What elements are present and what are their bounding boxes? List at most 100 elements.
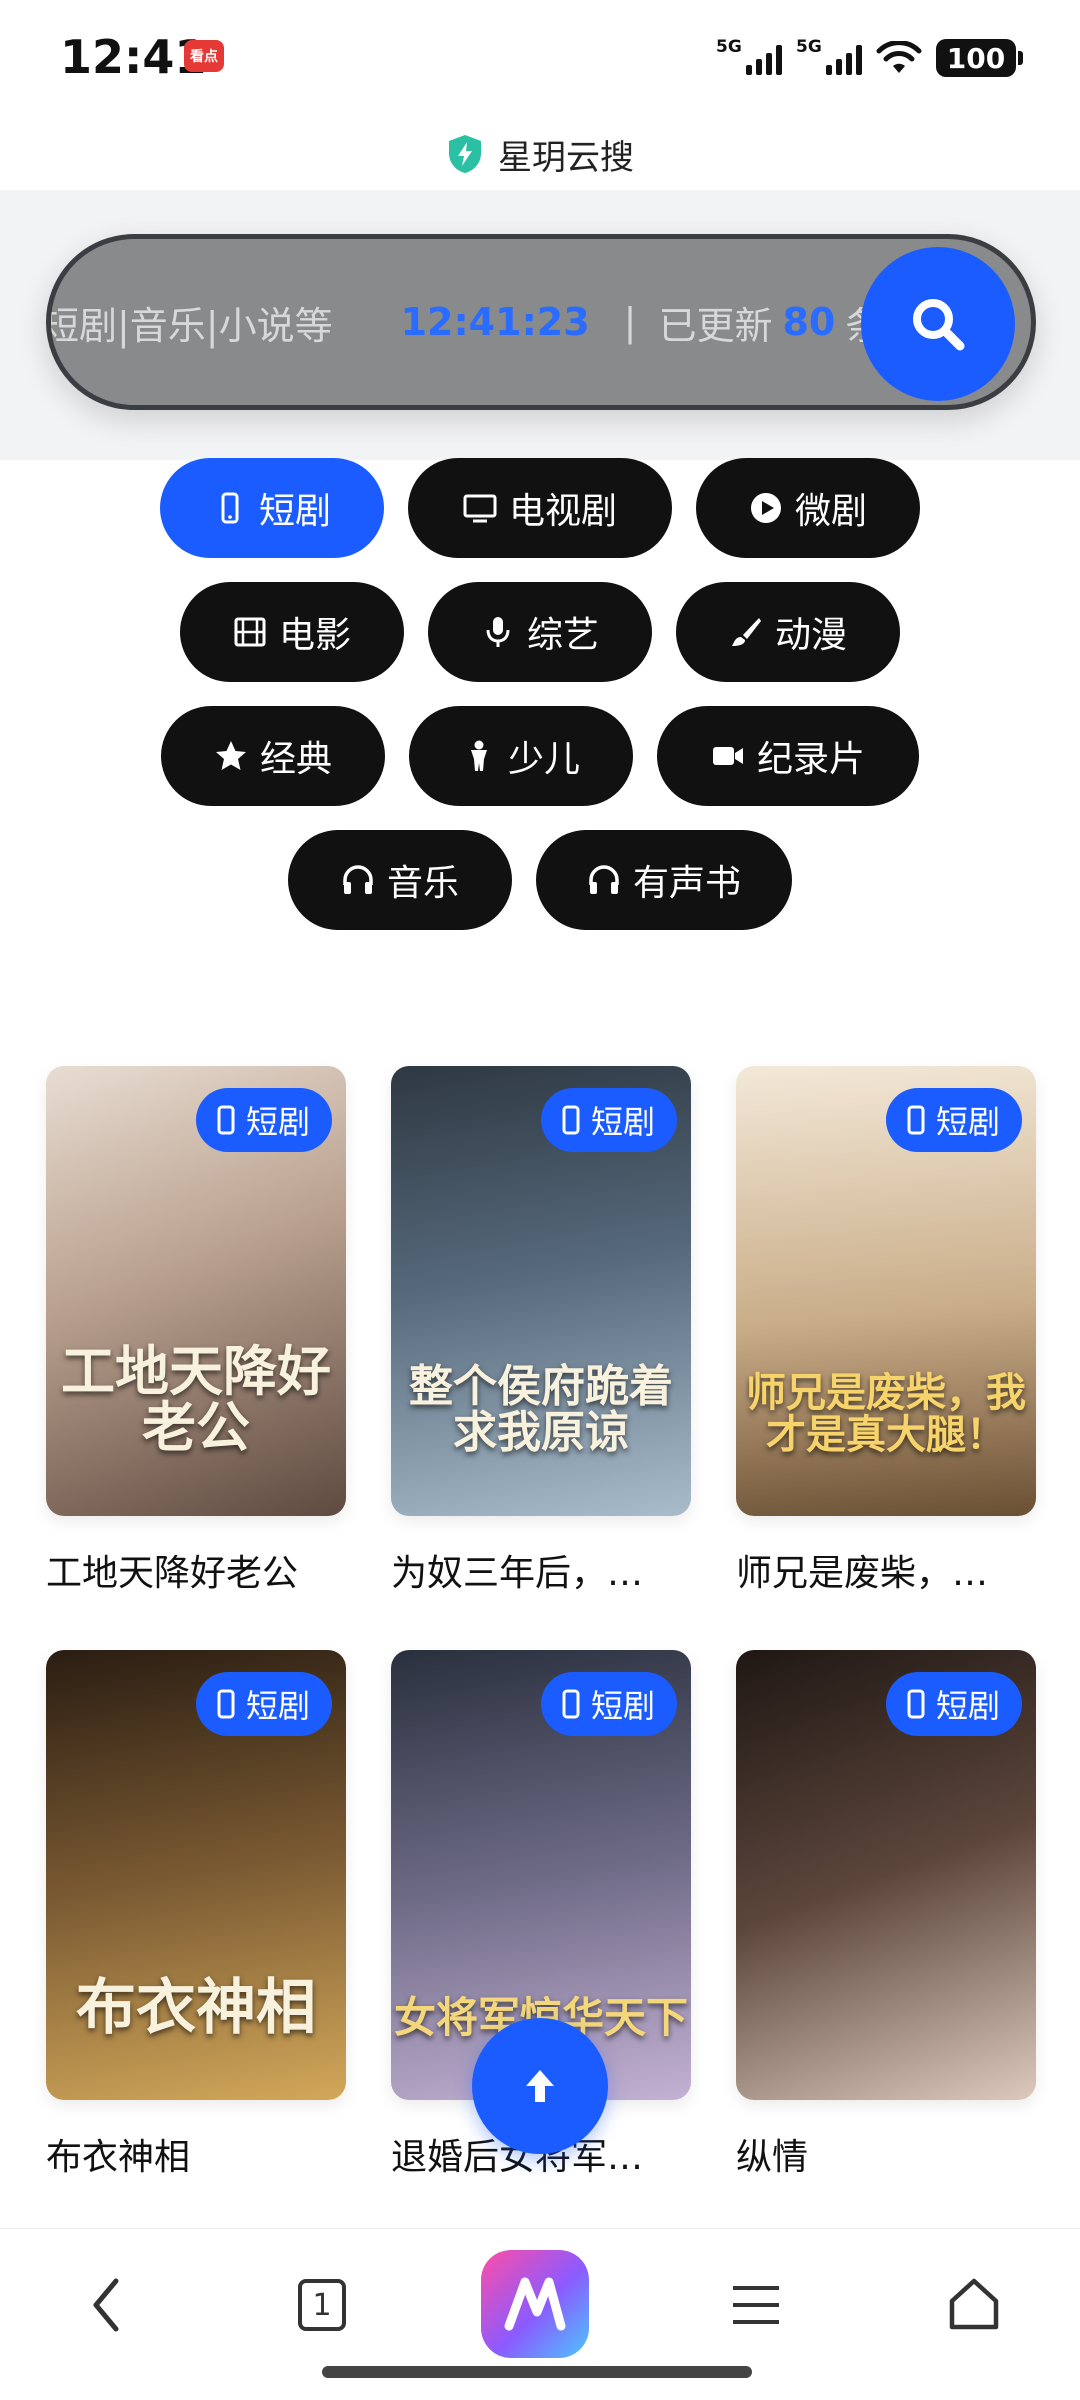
arrow-up-icon [526,2070,554,2102]
category-label: 电视剧 [508,491,617,532]
ticker-count: 80 [782,300,836,344]
status-bar: 12:41 看点 5G 5G 100 [0,0,1080,118]
battery-icon: 100 [936,39,1023,77]
category-badge: 短剧 [885,1088,1022,1152]
category-badge: 短剧 [195,1088,332,1152]
search-icon [913,299,965,351]
headphones-icon [589,865,619,894]
drama-card[interactable]: 短剧 纵情 [736,1650,1036,2180]
category-label: 综艺 [526,615,599,656]
category-badge: 短剧 [885,1672,1022,1736]
drama-card[interactable]: 短剧 整个侯府跪着求我原谅 为奴三年后，… [391,1066,691,1596]
category-label: 短剧 [258,491,331,532]
category-chip-anime[interactable]: 动漫 [676,582,900,682]
ai-icon [481,2250,589,2358]
drama-poster[interactable]: 短剧 师兄是废柴，我才是真大腿！ [736,1066,1036,1516]
back-icon [93,2278,119,2332]
drama-title[interactable]: 工地天降好老公 [46,1544,346,1596]
category-row-2: 电影 综艺 动漫 [0,582,1080,682]
mic-icon [486,617,510,647]
category-chip-movie[interactable]: 电影 [180,582,404,682]
scroll-to-top-button[interactable] [472,2018,608,2154]
home-icon [949,2278,999,2330]
badge-label: 短剧 [935,1103,1000,1141]
phone-icon [221,492,239,524]
drama-poster[interactable]: 短剧 整个侯府跪着求我原谅 [391,1066,691,1516]
status-indicators: 5G 5G 100 [716,36,1023,80]
category-chip-micro-drama[interactable]: 微剧 [696,458,920,558]
phone-icon [562,1689,580,1719]
phone-icon [217,1689,235,1719]
tabs-icon: 1 [298,2279,346,2331]
badge-label: 短剧 [590,1103,655,1141]
search-section: 短剧|音乐|小说等 12:41:23 | 已更新 80 条 总 [0,190,1080,460]
category-label: 少儿 [507,739,580,780]
site-title: 星玥云搜 [498,137,634,178]
phone-icon [562,1105,580,1135]
drama-title[interactable]: 纵情 [736,2128,1036,2180]
category-chip-audiobook[interactable]: 有声书 [536,830,792,930]
category-badge: 短剧 [540,1672,677,1736]
shield-logo-icon [449,135,481,173]
drama-poster[interactable]: 短剧 [736,1650,1036,2100]
drama-card[interactable]: 短剧 工地天降好老公 工地天降好老公 [46,1066,346,1596]
category-chip-tv[interactable]: 电视剧 [408,458,672,558]
drama-title[interactable]: 师兄是废柴，… [736,1544,1036,1596]
badge-label: 短剧 [245,1687,310,1725]
category-label: 纪录片 [756,739,865,780]
ticker-updated-label: 已更新 [658,303,773,348]
phone-icon [907,1105,925,1135]
nav-menu-button[interactable] [716,2265,796,2345]
category-label: 音乐 [386,863,459,904]
news-app-icon: 看点 [184,40,224,72]
drama-card[interactable]: 短剧 布衣神相 布衣神相 [46,1650,346,2180]
poster-title-art: 工地天降好老公 [61,1338,331,1460]
drama-card[interactable]: 短剧 师兄是废柴，我才是真大腿！ 师兄是废柴，… [736,1066,1036,1596]
badge-label: 短剧 [935,1687,1000,1725]
poster-title-art: 整个侯府跪着求我原谅 [409,1360,673,1458]
phone-icon [907,1689,925,1719]
search-bar[interactable]: 短剧|音乐|小说等 12:41:23 | 已更新 80 条 总 [46,234,1036,410]
child-icon [470,740,487,771]
headphones-icon [343,865,373,894]
category-chip-music[interactable]: 音乐 [288,830,512,930]
category-chip-kids[interactable]: 少儿 [409,706,633,806]
nav-home-button[interactable] [934,2265,1014,2345]
film-icon [234,617,266,647]
drama-poster[interactable]: 短剧 布衣神相 [46,1650,346,2100]
ticker-separator: | [623,300,637,344]
tv-icon [463,494,497,523]
nav-ai-button[interactable] [480,2249,590,2359]
play-icon [750,493,781,523]
category-chip-short-drama[interactable]: 短剧 [160,458,384,558]
category-label: 有声书 [632,863,741,904]
search-button[interactable] [861,247,1015,401]
drama-poster[interactable]: 短剧 工地天降好老公 [46,1066,346,1516]
wifi-icon [876,41,922,73]
category-badge: 短剧 [540,1088,677,1152]
drama-title[interactable]: 布衣神相 [46,2128,346,2180]
poster-title-art: 布衣神相 [76,1973,316,2043]
nav-tabs-button[interactable]: 1 [282,2265,362,2345]
cellular-signal-icon: 5G [716,37,782,75]
tabs-count: 1 [312,2287,332,2323]
category-row-3: 经典 少儿 纪录片 [0,706,1080,806]
category-chip-variety[interactable]: 综艺 [428,582,652,682]
network-type-label-2: 5G [796,37,822,57]
cellular-signal-icon-2: 5G [796,37,862,75]
category-label: 电影 [278,615,351,656]
phone-icon [217,1105,235,1135]
drama-title[interactable]: 为奴三年后，… [391,1544,691,1596]
site-header: 星玥云搜 [0,118,1080,190]
poster-title-art: 师兄是废柴，我才是真大腿！ [746,1369,1026,1458]
star-icon [215,741,246,770]
menu-icon [733,2286,779,2324]
brush-icon [731,618,761,646]
ticker-time: 12:41:23 [400,300,590,344]
category-chip-documentary[interactable]: 纪录片 [657,706,919,806]
category-badge: 短剧 [195,1672,332,1736]
nav-back-button[interactable] [66,2265,146,2345]
category-label: 经典 [259,739,332,780]
category-chip-classic[interactable]: 经典 [161,706,385,806]
category-row-4: 音乐 有声书 [0,830,1080,930]
